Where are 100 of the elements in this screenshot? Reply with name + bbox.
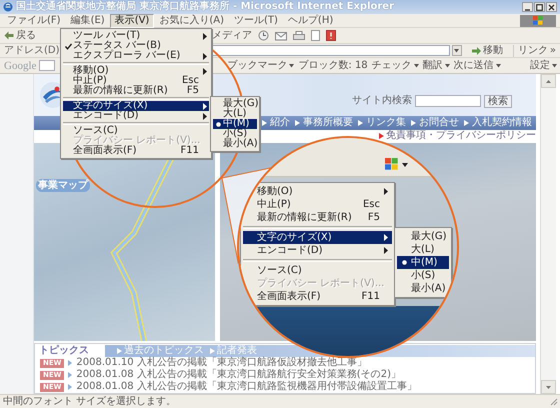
go-arrow-icon (472, 46, 481, 54)
menu-bar-item[interactable]: 編集(E) (66, 14, 110, 28)
arrow-icon (295, 120, 300, 126)
shortcut-label: Esc (182, 76, 199, 86)
nav-link[interactable]: リンク集 (358, 117, 406, 129)
back-button[interactable]: 戻る (4, 30, 36, 42)
back-arrow-icon (4, 31, 14, 40)
arrow-icon (117, 348, 122, 354)
news-link[interactable]: 2008.01.08 入札公告の掲載「東京湾口航路監視機器用付帯設備設置工事」 (76, 381, 417, 393)
caret-icon (402, 163, 408, 167)
address-label: アドレス(D) (4, 44, 60, 56)
search-label: サイト内検索 (352, 95, 412, 107)
menu-item[interactable]: 最小(A) (213, 139, 257, 149)
toolbar-button[interactable]: 設定 (530, 60, 557, 72)
menu-item[interactable]: 最大(G) (213, 99, 257, 109)
menu-item[interactable]: 文字のサイズ(X) (243, 231, 392, 244)
menu-bar-item[interactable]: お気に入り(A) (154, 14, 229, 28)
shortcut-label: F11 (362, 290, 380, 303)
menu-item[interactable]: 大(L) (213, 109, 257, 119)
exclamation-icon[interactable] (326, 30, 336, 41)
menu-item[interactable]: 全画面表示(F) F11 (243, 290, 392, 303)
submenu-arrow-icon (203, 68, 207, 74)
search-button[interactable]: 検索 (484, 94, 512, 108)
google-search-field[interactable] (39, 60, 56, 71)
topics-title: トピックス (38, 344, 90, 356)
menu-item[interactable]: ツール バー(T) (63, 31, 209, 41)
resize-grip-icon[interactable] (549, 397, 558, 406)
scrollbar-track[interactable] (540, 74, 556, 394)
toolbar-button[interactable]: チェック (372, 60, 419, 72)
shortcut-label: F5 (368, 211, 380, 224)
menu-bar-item[interactable]: ツール(T) (229, 14, 283, 28)
menu-item[interactable]: ソース(C) (63, 126, 209, 136)
menu-item[interactable]: 中止(P) Esc (243, 198, 392, 211)
arrow-icon (262, 120, 267, 126)
nav-link[interactable]: お問合せ (411, 117, 459, 129)
minimize-button[interactable] (522, 2, 533, 12)
menu-item[interactable]: 全画面表示(F) F11 (63, 146, 209, 156)
google-logo: Google (4, 60, 36, 72)
up-arrow-icon (546, 80, 551, 82)
toolbar-button[interactable]: ブロック数: 18 (298, 60, 368, 72)
check-icon (64, 42, 72, 50)
menu-item[interactable]: 最小(A) (397, 282, 449, 295)
menu-item[interactable]: 移動(O) (243, 185, 392, 198)
menu-item[interactable]: 最新の情報に更新(R) F5 (243, 211, 392, 224)
down-arrow-icon (546, 386, 551, 388)
dropdown-button[interactable] (452, 45, 462, 56)
nav-link[interactable]: 事務所概要 (295, 117, 353, 129)
caret-icon (454, 48, 460, 52)
menu-item[interactable]: 小(S) (397, 269, 449, 282)
map-title: 事業マップ (36, 179, 90, 192)
menu-item[interactable]: 最新の情報に更新(R) F5 (63, 86, 209, 96)
document-icon[interactable] (311, 30, 320, 41)
links-button[interactable]: リンク (512, 44, 548, 56)
mail-icon[interactable] (275, 30, 287, 40)
history-icon[interactable] (258, 30, 269, 41)
print-icon[interactable] (293, 30, 305, 40)
submenu-arrow-icon (384, 188, 388, 195)
menu-item[interactable]: エクスプローラ バー(E) (63, 51, 209, 61)
maximize-button[interactable] (534, 2, 545, 12)
news-link[interactable]: 2008.01.08 入札公告の掲載「東京湾口航路航行安全対策業務(その2)」 (76, 369, 401, 381)
menu-item[interactable]: ステータス バー(B) (63, 41, 209, 51)
menu-item[interactable]: エンコード(D) (243, 244, 392, 257)
menu-bar-item[interactable]: ファイル(F) (2, 14, 66, 28)
menu-item[interactable]: 最大(G) (397, 230, 449, 243)
go-button[interactable]: 移動 (472, 44, 503, 56)
scroll-down-button[interactable] (541, 380, 556, 394)
submenu-arrow-icon (203, 32, 207, 40)
menu-item[interactable]: エンコード(D) (63, 111, 209, 121)
nav-link[interactable]: 入札契約情報 (464, 117, 532, 129)
toolbar-button[interactable]: 次に送信 (454, 60, 501, 72)
arrow-icon (379, 132, 384, 138)
menu-item[interactable]: 中(M) (213, 119, 257, 129)
shortcut-label: F11 (180, 146, 199, 156)
shortcut-label: F5 (186, 86, 199, 96)
scroll-up-button[interactable] (541, 74, 556, 88)
bullet-icon (216, 122, 220, 126)
menu-item[interactable]: 大(L) (397, 243, 449, 256)
search-field[interactable] (415, 95, 481, 107)
submenu-arrow-icon (203, 52, 207, 60)
caret-icon (289, 64, 294, 68)
nav-link[interactable]: 紹介 (262, 117, 290, 129)
close-icon (548, 4, 555, 10)
chevron-button[interactable]: » (550, 44, 556, 56)
close-button[interactable] (546, 2, 557, 12)
caret-icon (496, 64, 501, 68)
menu-bar-item[interactable]: 表示(V) (110, 14, 154, 28)
menu-item[interactable]: 中止(P) Esc (63, 76, 209, 86)
menu-item[interactable]: 文字のサイズ(X) (63, 101, 209, 111)
toolbar-button[interactable]: 翻訳 (422, 60, 450, 72)
toolbar-button[interactable]: ブックマーク (227, 60, 294, 72)
menu-item[interactable]: 中(M) (397, 256, 449, 269)
menu-item[interactable]: ソース(C) (243, 264, 392, 277)
news-link[interactable]: 2008.01.10 入札公告の掲載「東京湾口航路仮設材撤去他工事」 (76, 357, 367, 369)
menu-item[interactable]: 小(S) (213, 129, 257, 139)
caret-icon (444, 64, 450, 68)
menu-item[interactable]: 移動(O) (63, 66, 209, 76)
menu-bar-item[interactable]: ヘルプ(H) (282, 14, 338, 28)
arrow-icon (358, 120, 363, 126)
disclaimer-link[interactable]: 免責事項・プライバシーポリシー (379, 130, 536, 141)
window-title: 国土交通省関東地方整備局 東京湾口航路事務所 - Microsoft Internet Explorer (16, 1, 394, 13)
